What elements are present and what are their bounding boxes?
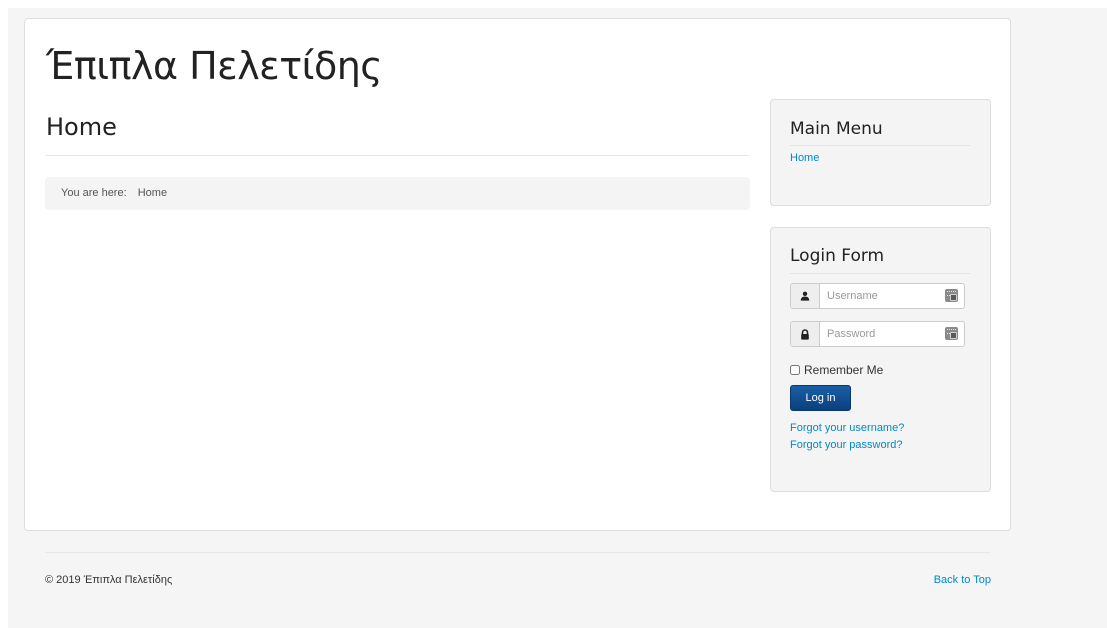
user-icon	[791, 284, 820, 308]
forgot-username-link[interactable]: Forgot your username?	[790, 422, 904, 434]
footer-copyright: © 2019 Έπιπλα Πελετίδης	[45, 574, 173, 586]
username-field-group	[790, 283, 965, 309]
remember-me-label: Remember Me	[804, 363, 884, 377]
main-menu-divider	[790, 145, 970, 146]
heading-divider	[46, 155, 749, 156]
keypad-icon[interactable]	[945, 289, 958, 302]
menu-item-home[interactable]: Home	[790, 152, 819, 164]
footer-divider	[45, 552, 990, 553]
breadcrumb: You are here: Home	[45, 177, 750, 210]
back-to-top-link[interactable]: Back to Top	[934, 574, 991, 586]
breadcrumb-item-home: Home	[137, 187, 168, 199]
password-input[interactable]	[820, 322, 940, 346]
breadcrumb-label: You are here:	[61, 187, 127, 199]
lock-icon	[791, 322, 820, 346]
remember-me-checkbox[interactable]	[790, 365, 800, 375]
main-menu-title: Main Menu	[790, 119, 883, 139]
login-form-module: Login Form Remembe	[770, 227, 991, 492]
login-button[interactable]: Log in	[790, 385, 851, 411]
main-container: Έπιπλα Πελετίδης Home You are here: Home…	[24, 18, 1011, 531]
page-title: Home	[46, 113, 117, 141]
forgot-password-link[interactable]: Forgot your password?	[790, 439, 903, 451]
password-field-group	[790, 321, 965, 347]
login-form-title: Login Form	[790, 246, 885, 266]
username-input[interactable]	[820, 284, 940, 308]
remember-me[interactable]: Remember Me	[790, 363, 883, 377]
login-form-divider	[790, 273, 970, 274]
site-title[interactable]: Έπιπλα Πελετίδης	[46, 41, 383, 91]
keypad-icon[interactable]	[945, 327, 958, 340]
main-menu-module: Main Menu Home	[770, 99, 991, 206]
